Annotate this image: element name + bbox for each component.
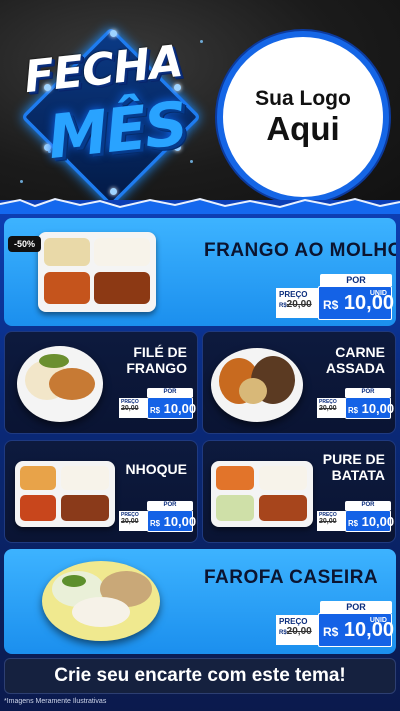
logo-placeholder[interactable]: Sua Logo Aqui	[217, 31, 389, 203]
product-card-carne-assada[interactable]: CARNE ASSADA POR PREÇO 20,00 R$ 10,00	[202, 331, 396, 434]
price-por-label: POR	[147, 501, 193, 510]
badge-light	[110, 30, 117, 37]
product-name: CARNE ASSADA	[326, 344, 385, 376]
old-price: PREÇO R$20,00	[276, 615, 318, 645]
price-tag: POR PREÇO 20,00 R$ 10,00	[317, 501, 394, 533]
product-card-file-de-frango[interactable]: FILÉ DE FRANGO POR PREÇO 20,00 R$ 10,00	[4, 331, 198, 434]
product-image-frango-ao-molho	[38, 232, 156, 312]
product-name-line2: ASSADA	[325, 360, 385, 377]
product-name: NHOQUE	[126, 461, 187, 477]
unid-label: UNID	[369, 617, 387, 624]
price-tag: POR PREÇO R$20,00 R$ 10,00 UNID	[276, 274, 394, 322]
new-price-value: 10,00	[163, 514, 197, 529]
product-image-nhoque	[15, 461, 115, 527]
old-price-value: 20,00	[121, 405, 139, 412]
old-price: PREÇO R$20,00	[276, 288, 318, 318]
new-price: R$ 10,00	[345, 397, 394, 419]
old-price-value: 20,00	[286, 626, 312, 637]
old-price: PREÇO 20,00	[119, 511, 147, 531]
new-price: R$ 10,00 UNID	[318, 286, 394, 320]
old-price-currency: R$	[279, 630, 287, 636]
old-price-currency: R$	[279, 303, 287, 309]
new-price-value: 10,00	[163, 401, 197, 416]
product-name-line1: CARNE	[335, 344, 385, 360]
product-name-line1: NHOQUE	[125, 461, 187, 477]
new-price-currency: R$	[348, 406, 358, 415]
product-name-line1: FILÉ DE	[133, 344, 187, 360]
old-price-value: 20,00	[121, 518, 139, 525]
product-card-frango-ao-molho[interactable]: FRANGO AO MOLHO POR PREÇO R$20,00 R$ 10,…	[4, 218, 396, 326]
badge-word-mes: MÊS	[44, 88, 190, 174]
logo-text-line2: Aqui	[266, 109, 340, 147]
product-name-line2: BATATA	[331, 467, 385, 484]
header: FECHA MÊS Sua Logo Aqui	[0, 0, 400, 208]
discount-badge: -50%	[8, 236, 42, 252]
product-name-line2: FRANGO	[126, 360, 187, 377]
price-preco-label: PREÇO	[279, 617, 308, 626]
price-preco-label: PREÇO	[279, 290, 308, 299]
price-tag: POR PREÇO R$20,00 R$ 10,00 UNID	[276, 601, 394, 649]
price-por-label: POR	[147, 388, 193, 397]
new-price-currency: R$	[150, 519, 160, 528]
old-price-value: 20,00	[286, 299, 312, 310]
new-price: R$ 10,00	[147, 510, 196, 532]
old-price: PREÇO 20,00	[317, 398, 345, 418]
product-card-pure-de-batata[interactable]: PURE DE BATATA POR PREÇO 20,00 R$ 10,00	[202, 440, 396, 543]
price-tag: POR PREÇO 20,00 R$ 10,00	[317, 388, 394, 420]
fecha-mes-badge: FECHA MÊS	[14, 24, 210, 208]
product-image-file-de-frango	[17, 346, 103, 422]
old-price-value: 20,00	[319, 405, 337, 412]
price-tag: POR PREÇO 20,00 R$ 10,00	[119, 388, 196, 420]
product-name-line1: PURE DE	[322, 451, 385, 467]
new-price-value: 10,00	[361, 401, 395, 416]
product-name: PURE DE BATATA	[323, 451, 385, 483]
price-por-label: POR	[320, 274, 392, 286]
product-card-nhoque[interactable]: NHOQUE POR PREÇO 20,00 R$ 10,00	[4, 440, 198, 543]
product-image-farofa-caseira	[42, 561, 160, 641]
new-price-currency: R$	[323, 298, 339, 312]
new-price-value: 10,00	[361, 514, 395, 529]
unid-label: UNID	[369, 290, 387, 297]
badge-light	[110, 188, 117, 195]
price-por-label: POR	[345, 501, 391, 510]
product-name: FRANGO AO MOLHO	[204, 240, 396, 261]
price-tag: POR PREÇO 20,00 R$ 10,00	[119, 501, 196, 533]
new-price: R$ 10,00	[345, 510, 394, 532]
new-price-currency: R$	[150, 406, 160, 415]
product-name: FAROFA CASEIRA	[204, 567, 379, 588]
disclaimer-text: *Imagens Meramente Ilustrativas	[4, 698, 107, 705]
price-por-label: POR	[320, 601, 392, 613]
old-price-value: 20,00	[319, 518, 337, 525]
logo-text-line1: Sua Logo	[255, 86, 351, 110]
torn-paper-edge	[0, 197, 400, 214]
cta-banner[interactable]: Crie seu encarte com este tema!	[4, 658, 396, 694]
product-name: FILÉ DE FRANGO	[126, 344, 187, 376]
product-image-carne-assada	[211, 348, 303, 422]
new-price: R$ 10,00	[147, 397, 196, 419]
new-price-currency: R$	[323, 625, 339, 639]
new-price-currency: R$	[348, 519, 358, 528]
product-card-farofa-caseira[interactable]: FAROFA CASEIRA POR PREÇO R$20,00 R$ 10,0…	[4, 549, 396, 654]
price-por-label: POR	[345, 388, 391, 397]
new-price: R$ 10,00 UNID	[318, 613, 394, 647]
old-price: PREÇO 20,00	[317, 511, 345, 531]
product-image-pure-de-batata	[211, 461, 313, 527]
old-price: PREÇO 20,00	[119, 398, 147, 418]
